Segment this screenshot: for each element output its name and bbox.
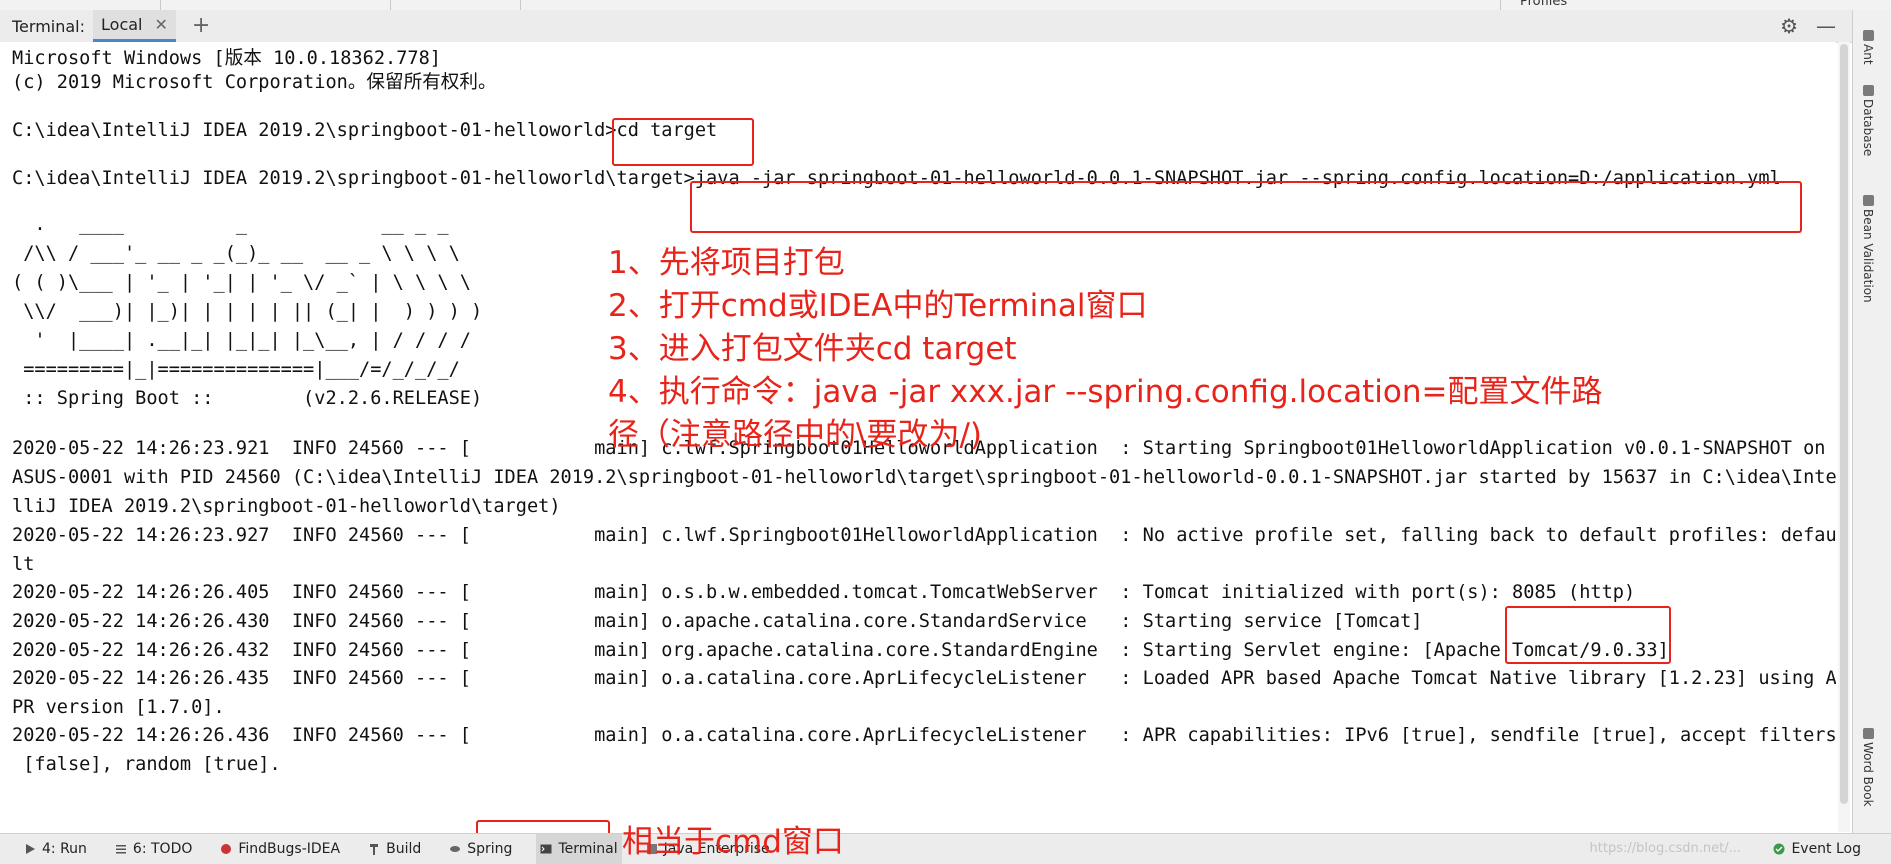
right-tool-rail: Ant Database Bean Validation Word Book (1852, 10, 1891, 833)
bottom-tool-bar: 4: Run 6: TODO FindBugs-IDEA Build Sprin… (0, 833, 1891, 864)
close-icon[interactable]: ✕ (154, 15, 167, 34)
tool-run[interactable]: 4: Run (20, 834, 91, 864)
rail-database[interactable]: Database (1861, 85, 1875, 156)
spring-banner-line: =========|_|==============|___/=/_/_/_/ (12, 359, 460, 380)
rail-word-book[interactable]: Word Book (1861, 728, 1875, 807)
tool-label: FindBugs-IDEA (238, 841, 341, 857)
rail-label: Word Book (1861, 742, 1875, 807)
highlight-port (1505, 606, 1671, 664)
word-book-icon (1862, 728, 1874, 739)
hammer-icon (370, 844, 379, 855)
annotation-step: 径（注意路径中的\要改为/) (608, 417, 982, 453)
tool-todo[interactable]: 6: TODO (111, 834, 196, 864)
tool-spring[interactable]: Spring (445, 834, 516, 864)
log-line: lliJ IDEA 2019.2\springboot-01-helloworl… (12, 496, 561, 517)
tab-local[interactable]: Local ✕ (93, 10, 176, 42)
spring-banner-line: ( ( )\___ | '_ | '_| | '_ \/ _` | \ \ \ … (12, 272, 471, 293)
spring-banner-line: ' |____| .__|_| |_|_| |_\__, | / / / / (12, 330, 471, 351)
event-log-icon (1773, 843, 1785, 855)
ant-icon (1862, 30, 1874, 41)
editor-tab-fragment[interactable] (160, 0, 391, 10)
gear-icon[interactable]: ⚙ (1780, 14, 1798, 38)
rail-bean-validation[interactable]: Bean Validation (1861, 195, 1875, 303)
tool-label: Terminal (558, 841, 618, 857)
rail-ant[interactable]: Ant (1861, 30, 1875, 65)
spring-leaf-icon (450, 846, 461, 852)
database-icon (1862, 85, 1874, 96)
editor-tab-fragment[interactable] (1480, 0, 1501, 10)
log-line: 2020-05-22 14:26:26.436 INFO 24560 --- [… (12, 725, 1836, 746)
rail-label: Ant (1861, 44, 1875, 65)
bean-validation-icon (1862, 195, 1874, 206)
terminal-icon (540, 844, 552, 854)
rail-label: Database (1861, 99, 1875, 157)
terminal-header: Terminal: Local ✕ + ⚙ — (0, 10, 1852, 43)
log-line: 2020-05-22 14:26:26.405 INFO 24560 --- [… (12, 582, 1636, 603)
spring-banner-line: . ____ _ __ _ _ (12, 214, 449, 235)
tool-label: 6: TODO (132, 841, 193, 857)
profiles-label[interactable]: Profiles (1520, 0, 1567, 9)
bug-icon (221, 844, 232, 854)
annotation-step: 4、执行命令：java -jar xxx.jar --spring.config… (608, 374, 1603, 410)
terminal-line: (c) 2019 Microsoft Corporation。保留所有权利。 (12, 72, 497, 93)
log-line: 2020-05-22 14:26:26.435 INFO 24560 --- [… (12, 668, 1836, 689)
event-log-label: Event Log (1791, 841, 1861, 857)
tool-findbugs[interactable]: FindBugs-IDEA (216, 834, 344, 864)
tool-label: 4: Run (42, 841, 87, 857)
highlight-cd-target (612, 118, 754, 166)
editor-tab-fragment[interactable] (0, 0, 161, 10)
minimize-icon[interactable]: — (1816, 14, 1836, 38)
run-icon (26, 844, 35, 854)
log-line: [false], random [true]. (12, 754, 281, 775)
log-line: 2020-05-22 14:26:26.430 INFO 24560 --- [… (12, 611, 1423, 632)
tool-label: Spring (467, 841, 513, 857)
annotation-steps: 1、先将项目打包 2、打开cmd或IDEA中的Terminal窗口 3、进入打包… (608, 242, 1602, 457)
terminal-title: Terminal: (12, 16, 86, 36)
spring-banner-line: /\\ / ___'_ __ _ _(_)_ __ __ _ \ \ \ \ (12, 243, 460, 264)
spring-banner-line: \\/ ___)| |_)| | | | | || (_| | ) ) ) ) (12, 301, 483, 322)
tab-local-label: Local (101, 15, 143, 34)
log-line: PR version [1.7.0]. (12, 697, 225, 718)
terminal-scrollbar[interactable] (1838, 42, 1850, 832)
bottom-annotation: 相当于cmd窗口 (622, 824, 844, 860)
todo-icon (115, 845, 126, 854)
log-line: 2020-05-22 14:26:26.432 INFO 24560 --- [… (12, 640, 1669, 661)
add-tab-icon[interactable]: + (192, 15, 210, 37)
log-line: ASUS-0001 with PID 24560 (C:\idea\Intell… (12, 467, 1836, 488)
scrollbar-thumb[interactable] (1840, 44, 1848, 804)
event-log-button[interactable]: Event Log (1773, 834, 1861, 864)
spring-banner-line: :: Spring Boot :: (v2.2.6.RELEASE) (12, 388, 483, 409)
highlight-java-command (690, 181, 1802, 233)
log-line: 2020-05-22 14:26:23.927 INFO 24560 --- [… (12, 525, 1836, 546)
rail-label: Bean Validation (1861, 209, 1875, 303)
tool-terminal[interactable]: Terminal (536, 834, 622, 864)
annotation-step: 1、先将项目打包 (608, 245, 845, 281)
tool-build[interactable]: Build (364, 834, 425, 864)
watermark: https://blog.csdn.net/... (1589, 841, 1741, 856)
editor-tab-fragment[interactable] (390, 0, 521, 10)
annotation-step: 2、打开cmd或IDEA中的Terminal窗口 (608, 288, 1148, 324)
log-line: lt (12, 554, 35, 575)
tool-label: Build (386, 841, 422, 857)
annotation-step: 3、进入打包文件夹cd target (608, 331, 1017, 367)
